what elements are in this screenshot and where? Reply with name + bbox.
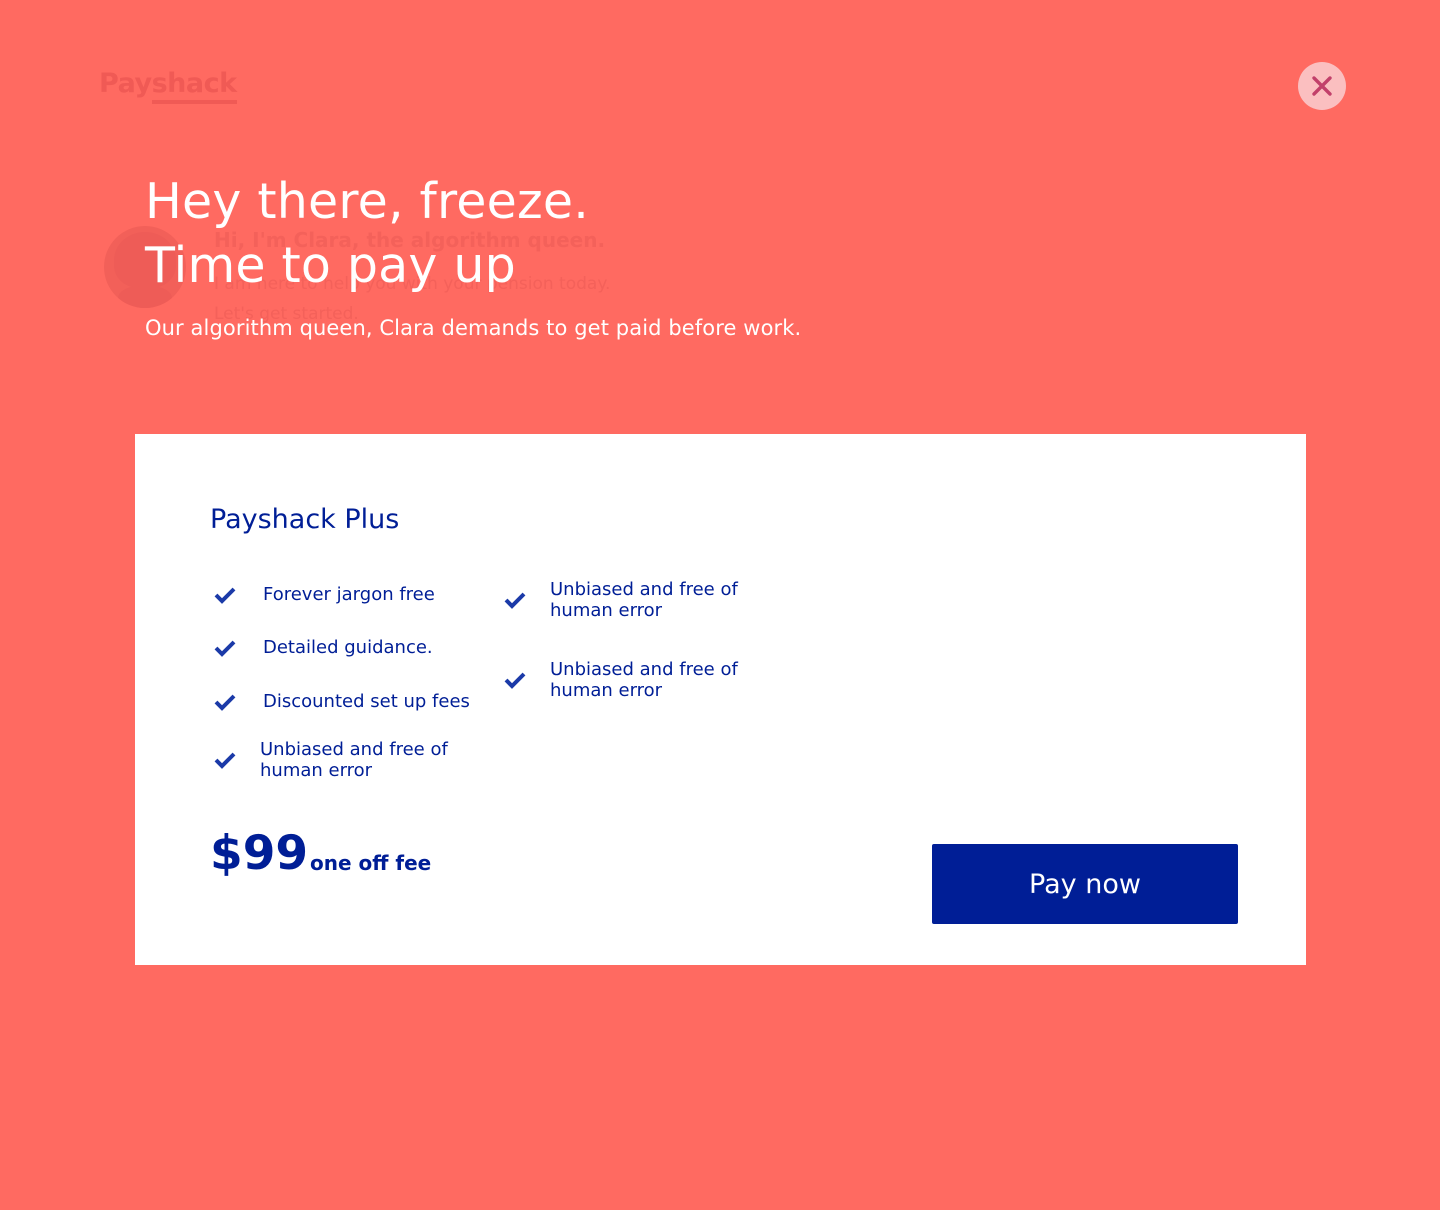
- check-icon: [214, 752, 236, 769]
- feature-text: Detailed guidance.: [263, 637, 433, 658]
- title-line-2: Time to pay up: [145, 237, 516, 294]
- feature-text: Forever jargon free: [263, 584, 435, 605]
- plan-card: Payshack Plus Forever jargon free Detail…: [135, 434, 1306, 965]
- feature-text: Unbiased and free of human error: [260, 739, 448, 781]
- check-icon: [214, 694, 236, 711]
- check-icon: [504, 592, 526, 609]
- pay-now-button[interactable]: Pay now: [932, 844, 1238, 924]
- plan-name: Payshack Plus: [210, 504, 400, 535]
- logo-part-pay: Pay: [99, 68, 152, 99]
- page-title: Hey there, freeze. Time to pay up: [145, 170, 589, 298]
- title-line-1: Hey there, freeze.: [145, 173, 590, 230]
- feature-item: Detailed guidance.: [214, 637, 433, 658]
- close-icon: [1312, 76, 1332, 96]
- payshack-logo: Payshack: [99, 68, 237, 104]
- price: $99: [210, 826, 309, 881]
- feature-text: Unbiased and free of human error: [550, 659, 738, 701]
- check-icon: [214, 587, 236, 604]
- page-subtitle: Our algorithm queen, Clara demands to ge…: [145, 316, 802, 340]
- feature-text: Unbiased and free of human error: [550, 579, 738, 621]
- check-icon: [214, 640, 236, 657]
- feature-item: Forever jargon free: [214, 584, 435, 605]
- feature-item: Unbiased and free of human error: [504, 579, 804, 621]
- feature-text: Discounted set up fees: [263, 691, 470, 712]
- close-button[interactable]: [1298, 62, 1346, 110]
- feature-item: Unbiased and free of human error: [504, 659, 804, 701]
- feature-item: Unbiased and free of human error: [214, 739, 514, 781]
- check-icon: [504, 672, 526, 689]
- feature-item: Discounted set up fees: [214, 691, 470, 712]
- price-note: one off fee: [310, 851, 432, 875]
- logo-part-shack: shack: [151, 68, 237, 104]
